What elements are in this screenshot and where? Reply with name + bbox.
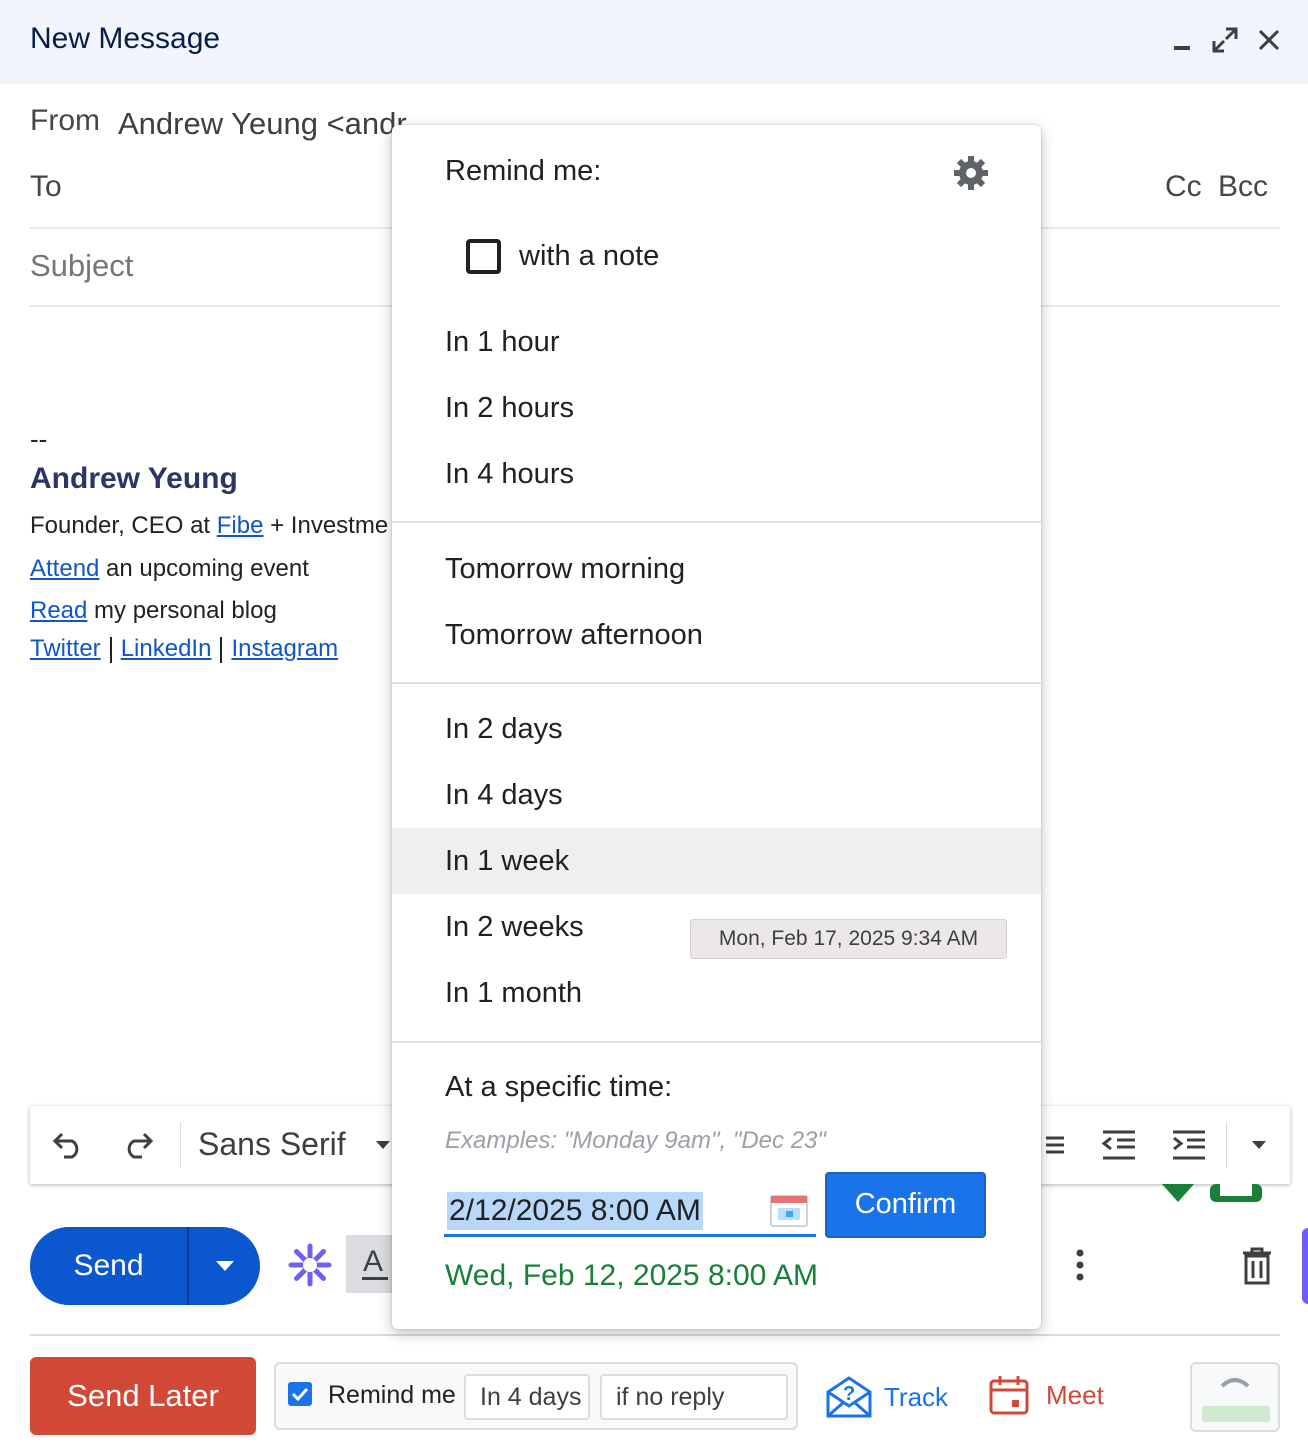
confirm-button[interactable]: Confirm [825, 1172, 986, 1238]
popout-icon[interactable] [1207, 22, 1243, 58]
twitter-link[interactable]: Twitter [30, 635, 101, 662]
window-title: New Message [30, 22, 221, 55]
more-formatting-icon[interactable] [1238, 1124, 1280, 1166]
to-label: To [30, 170, 62, 203]
from-label: From [30, 104, 100, 137]
svg-text:?: ? [843, 1383, 855, 1405]
send-later-button[interactable]: Send Later [30, 1357, 256, 1435]
signature-dashes: -- [30, 424, 48, 454]
signature-name: Andrew Yeung [30, 462, 238, 495]
specific-time-heading: At a specific time: [445, 1071, 673, 1103]
with-note-checkbox[interactable] [466, 239, 501, 274]
menu-item-4-hours[interactable]: In 4 hours [392, 441, 1041, 507]
track-button[interactable]: ? Track [826, 1376, 948, 1418]
remind-me-menu: Remind me: with a note In 1 hour In 2 ho… [392, 125, 1041, 1329]
delete-draft-icon[interactable] [1240, 1246, 1274, 1286]
text-format-icon[interactable]: A [346, 1235, 392, 1293]
indent-less-icon[interactable] [1098, 1124, 1140, 1166]
from-address[interactable]: Andrew Yeung <andrew@meetfibe.com> [118, 106, 408, 142]
signature-blog-line: Read my personal blog [30, 597, 277, 625]
menu-divider [392, 1041, 1041, 1043]
linkedin-link[interactable]: LinkedIn [121, 635, 212, 662]
specific-time-input[interactable] [444, 1189, 816, 1237]
svg-text:A: A [363, 1245, 383, 1278]
redo-icon[interactable] [116, 1124, 158, 1166]
toolbar-divider [1226, 1122, 1227, 1168]
fibe-link[interactable]: Fibe [217, 512, 264, 539]
more-options-icon[interactable] [1066, 1246, 1094, 1286]
undo-icon[interactable] [48, 1124, 90, 1166]
event-text: an upcoming event [99, 555, 309, 582]
date-picker-icon[interactable] [770, 1193, 808, 1227]
menu-item-4-days[interactable]: In 4 days [392, 762, 1041, 828]
remind-me-label: Remind me [328, 1381, 456, 1409]
settings-gear-icon[interactable] [952, 154, 990, 192]
track-envelope-icon: ? [826, 1376, 872, 1418]
asterisk-ai-icon[interactable] [288, 1243, 332, 1287]
remind-me-checkbox[interactable] [288, 1382, 312, 1406]
track-label: Track [884, 1381, 949, 1412]
minimize-icon[interactable] [1164, 22, 1200, 58]
toolbar-divider [180, 1122, 181, 1168]
instagram-link[interactable]: Instagram [231, 635, 338, 662]
signature-title-prefix: Founder, CEO at [30, 512, 217, 539]
blog-text: my personal blog [87, 597, 277, 624]
remind-condition-select[interactable]: if no reply [600, 1374, 788, 1420]
expand-panel-button[interactable] [1190, 1362, 1280, 1432]
menu-item-1-month[interactable]: In 1 month [392, 960, 1041, 1026]
menu-item-2-hours[interactable]: In 2 hours [392, 375, 1041, 441]
menu-item-1-week[interactable]: In 1 week [392, 828, 1041, 894]
signature-event-line: Attend an upcoming event [30, 555, 309, 583]
signature-social-line: Twitter LinkedIn Instagram [30, 635, 338, 663]
menu-item-tomorrow-afternoon[interactable]: Tomorrow afternoon [392, 602, 1041, 668]
signature-title-line: Founder, CEO at Fibe + Investme [30, 512, 392, 540]
menu-divider [392, 682, 1041, 684]
date-tooltip: Mon, Feb 17, 2025 9:34 AM [690, 919, 1007, 959]
specific-time-examples: Examples: "Monday 9am", "Dec 23" [445, 1127, 826, 1154]
remind-when-select[interactable]: In 4 days [464, 1374, 590, 1420]
cc-bcc-links: Cc Bcc [1157, 170, 1268, 204]
bcc-link[interactable]: Bcc [1218, 170, 1268, 203]
menu-item-1-hour[interactable]: In 1 hour [392, 309, 1041, 375]
send-split-divider [187, 1227, 189, 1305]
menu-divider [392, 521, 1041, 523]
separator [220, 636, 223, 663]
read-link[interactable]: Read [30, 597, 87, 624]
close-icon[interactable] [1251, 22, 1287, 58]
attend-link[interactable]: Attend [30, 555, 99, 582]
expand-icon [1202, 1378, 1270, 1422]
meet-button[interactable]: Meet [988, 1374, 1104, 1416]
signature-title-suffix: + Investme [263, 512, 389, 539]
indent-more-icon[interactable] [1168, 1124, 1210, 1166]
parsed-datetime: Wed, Feb 12, 2025 8:00 AM [445, 1259, 819, 1292]
meet-label: Meet [1046, 1379, 1104, 1410]
remind-me-control: Remind me In 4 days if no reply [274, 1362, 798, 1430]
send-options-icon[interactable] [190, 1227, 260, 1305]
extension-logos [1150, 1184, 1266, 1202]
cc-link[interactable]: Cc [1165, 170, 1202, 203]
calendar-icon [989, 1376, 1029, 1415]
menu-title: Remind me: [445, 155, 602, 187]
send-button-group: Send [30, 1227, 260, 1305]
menu-item-2-days[interactable]: In 2 days [392, 696, 1041, 762]
separator [109, 636, 112, 663]
font-family-select[interactable]: Sans Serif [198, 1126, 346, 1163]
divider [30, 1334, 1280, 1336]
menu-item-tomorrow-morning[interactable]: Tomorrow morning [392, 536, 1041, 602]
subject-input[interactable]: Subject [30, 248, 133, 284]
side-panel-tab[interactable] [1302, 1228, 1308, 1304]
send-button[interactable]: Send [30, 1227, 187, 1305]
with-note-label: with a note [519, 240, 660, 272]
